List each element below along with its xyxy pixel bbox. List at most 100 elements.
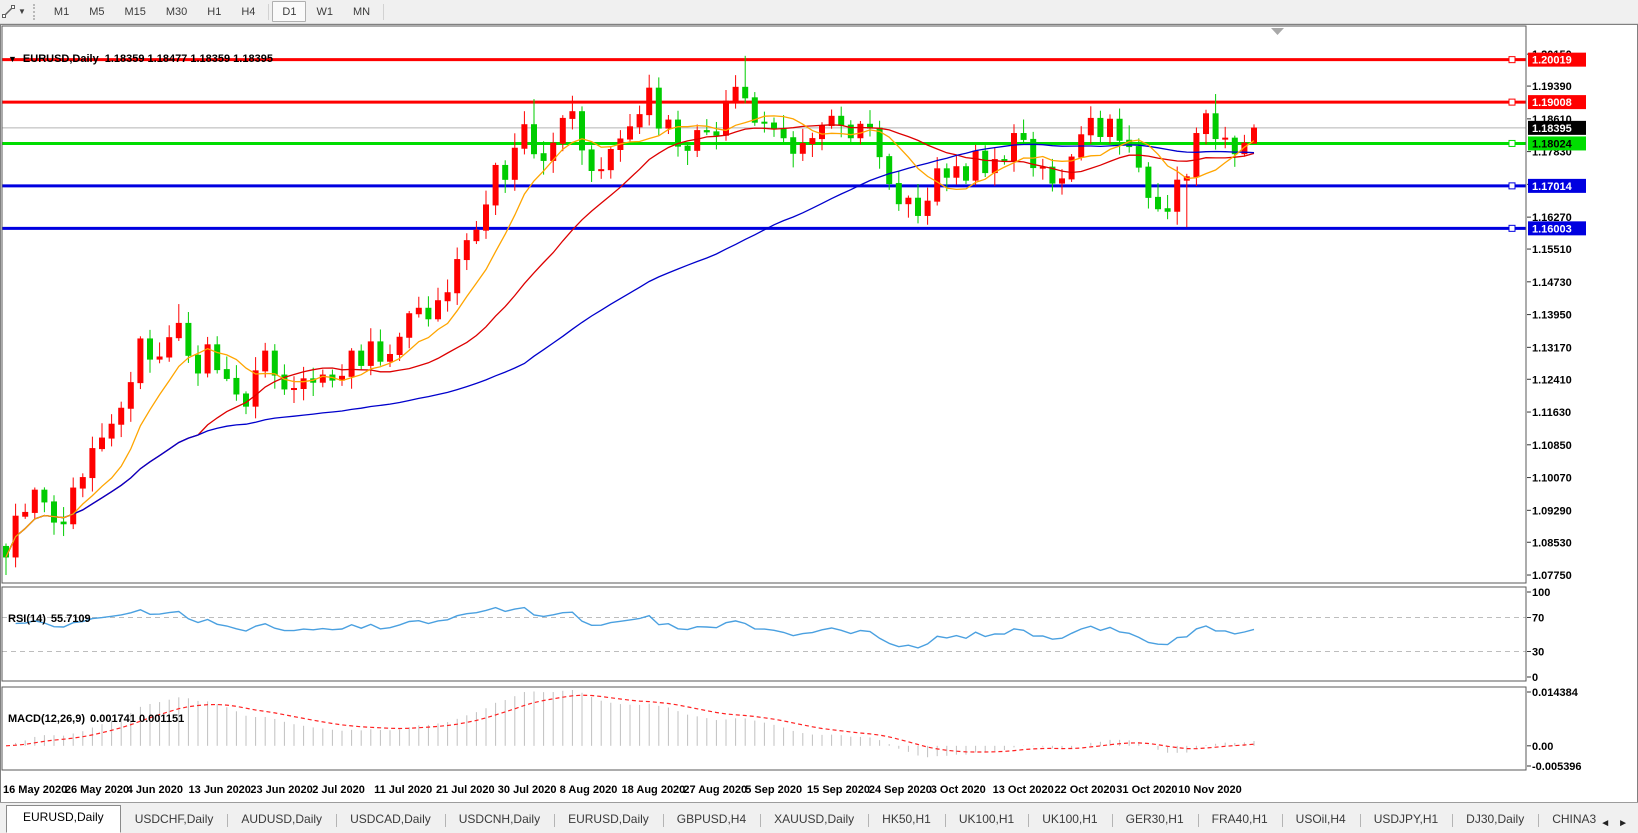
- timeframe-buttons: M1M5M15M30H1H4 D1W1MN: [44, 1, 380, 22]
- timeframe-button-mn[interactable]: MN: [343, 1, 380, 22]
- price-axis-tick: 1.15510: [1532, 244, 1572, 256]
- price-axis-tick: 1.14730: [1532, 277, 1572, 289]
- panel-border: [2, 587, 1526, 681]
- rsi-axis-tick: 100: [1532, 587, 1550, 599]
- chart-tab-uk100-h1[interactable]: UK100,H1: [1028, 807, 1111, 833]
- x-axis-date-label: 26 May 2020: [65, 784, 129, 796]
- chart-tab-fra40-h1[interactable]: FRA40,H1: [1198, 807, 1282, 833]
- price-axis-tick: 1.08530: [1532, 537, 1572, 549]
- price-axis-tick: 1.13170: [1532, 342, 1572, 354]
- chart-tab-uk100-h1[interactable]: UK100,H1: [945, 807, 1028, 833]
- x-axis-date-label: 13 Jun 2020: [189, 784, 251, 796]
- x-axis-date-label: 13 Oct 2020: [993, 784, 1054, 796]
- x-axis-date-label: 31 Oct 2020: [1116, 784, 1177, 796]
- x-axis-date-label: 5 Sep 2020: [745, 784, 802, 796]
- panel-border: [2, 26, 1526, 583]
- chart-tab-usoil-h4[interactable]: USOil,H4: [1282, 807, 1360, 833]
- dropdown-caret-icon[interactable]: ▼: [18, 7, 26, 16]
- timeframe-button-w1[interactable]: W1: [306, 1, 343, 22]
- chart-tab-ger30-h1[interactable]: GER30,H1: [1112, 807, 1198, 833]
- line-anchor-handle[interactable]: [1509, 57, 1515, 63]
- line-anchor-handle[interactable]: [1509, 99, 1515, 105]
- macd-values: 0.001741 0.001151: [90, 713, 184, 725]
- toolbar-separator: [268, 4, 269, 20]
- price-axis-tick: 1.19390: [1532, 81, 1572, 93]
- price-axis-tick: 1.11630: [1532, 407, 1571, 419]
- x-axis-date-label: 11 Jul 2020: [374, 784, 432, 796]
- line-anchor-handle[interactable]: [1509, 140, 1515, 146]
- price-axis-tick: 1.10070: [1532, 473, 1572, 485]
- chart-canvas[interactable]: 1.201501.193901.186101.178301.170501.162…: [0, 24, 1638, 803]
- x-axis-date-label: 27 Aug 2020: [683, 784, 747, 796]
- timeframe-button-m1[interactable]: M1: [44, 1, 79, 22]
- timeframe-button-m15[interactable]: M15: [114, 1, 155, 22]
- toolbar-grip: [33, 4, 40, 20]
- macd-panel: [6, 690, 1254, 757]
- main-price-panel: [2, 56, 1526, 575]
- macd-indicator-label: MACD(12,26,9) 0.001741 0.001151: [8, 713, 189, 725]
- chart-tab-hk50-h1[interactable]: HK50,H1: [868, 807, 945, 833]
- price-label-text: 1.19008: [1532, 97, 1572, 109]
- line-anchor-handle[interactable]: [1509, 183, 1515, 189]
- x-axis-date-label: 24 Sep 2020: [869, 784, 932, 796]
- rsi-value: 55.7109: [51, 613, 91, 625]
- x-axis-date-label: 2 Jul 2020: [312, 784, 365, 796]
- chart-tab-usdcad-daily[interactable]: USDCAD,Daily: [336, 807, 445, 833]
- price-axis-tick: 1.12410: [1532, 374, 1572, 386]
- timeframe-button-m30[interactable]: M30: [156, 1, 197, 22]
- chart-tab-bar: EURUSD,DailyUSDCHF,DailyAUDUSD,DailyUSDC…: [0, 802, 1638, 833]
- tab-scroll-right-icon[interactable]: ►: [1618, 818, 1628, 829]
- x-axis-date-label: 8 Aug 2020: [560, 784, 618, 796]
- chart-window[interactable]: 1.201501.193901.186101.178301.170501.162…: [0, 24, 1638, 803]
- chart-tab-dj30-daily[interactable]: DJ30,Daily: [1452, 807, 1538, 833]
- rsi-axis-tick: 30: [1532, 647, 1544, 659]
- macd-axis-tick: -0.005396: [1532, 761, 1582, 773]
- timeframe-button-h4[interactable]: H4: [231, 1, 265, 22]
- price-label-text: 1.18395: [1532, 123, 1572, 135]
- macd-axis-tick: 0.014384: [1532, 687, 1579, 699]
- collapse-triangle-icon[interactable]: ▼: [8, 54, 17, 64]
- x-axis-date-label: 15 Sep 2020: [807, 784, 870, 796]
- drawing-tool-icon[interactable]: [1, 4, 17, 20]
- mt4-terminal: ▼ M1M5M15M30H1H4D1W1MN 1.201501.193901.1…: [0, 0, 1638, 833]
- chart-tab-audusd-daily[interactable]: AUDUSD,Daily: [227, 807, 336, 833]
- chart-tab-eurusd-daily[interactable]: EURUSD,Daily: [6, 805, 121, 833]
- chart-title: ▼ EURUSD,Daily 1.18359 1.18477 1.18359 1…: [8, 53, 273, 65]
- chart-tab-usdcnh-daily[interactable]: USDCNH,Daily: [445, 807, 554, 833]
- line-anchor-handle[interactable]: [1509, 225, 1515, 231]
- tab-scroll-nav: ◄ ►: [1596, 818, 1638, 833]
- chart-tab-eurusd-daily[interactable]: EURUSD,Daily: [554, 807, 663, 833]
- chart-ohlc-values: 1.18359 1.18477 1.18359 1.18395: [105, 53, 273, 65]
- tab-scroll-left-icon[interactable]: ◄: [1600, 818, 1610, 829]
- price-label-text: 1.16003: [1532, 223, 1572, 235]
- timeframe-button-d1[interactable]: D1: [272, 1, 306, 22]
- chart-tab-xauusd-daily[interactable]: XAUUSD,Daily: [760, 807, 868, 833]
- price-label-text: 1.18024: [1532, 138, 1573, 150]
- rsi-axis-tick: 70: [1532, 613, 1544, 625]
- x-axis-date-label: 16 May 2020: [3, 784, 67, 796]
- price-axis-tick: 1.10850: [1532, 440, 1572, 452]
- timeframe-button-h1[interactable]: H1: [197, 1, 231, 22]
- macd-axis-tick: 0.00: [1532, 741, 1553, 753]
- macd-name: MACD(12,26,9): [8, 713, 85, 725]
- chart-tab-list: EURUSD,DailyUSDCHF,DailyAUDUSD,DailyUSDC…: [0, 803, 1596, 833]
- price-axis-tick: 1.09290: [1532, 505, 1572, 517]
- moving-average-line: [6, 116, 1254, 557]
- moving-average-line: [6, 125, 1254, 557]
- chart-tab-gbpusd-h4[interactable]: GBPUSD,H4: [663, 807, 760, 833]
- x-axis-date-label: 10 Nov 2020: [1178, 784, 1242, 796]
- rsi-indicator-label: RSI(14)55.7109: [8, 613, 96, 625]
- timeframe-button-m5[interactable]: M5: [79, 1, 114, 22]
- timeframe-toolbar: ▼ M1M5M15M30H1H4 D1W1MN: [0, 0, 1638, 24]
- rsi-panel: [2, 608, 1526, 652]
- chart-tab-china300-h1[interactable]: CHINA300,H1: [1538, 807, 1596, 833]
- rsi-axis-tick: 0: [1532, 672, 1538, 684]
- x-axis-date-label: 22 Oct 2020: [1054, 784, 1115, 796]
- x-axis-date-label: 21 Jul 2020: [436, 784, 495, 796]
- price-label-text: 1.17014: [1532, 181, 1573, 193]
- x-axis-date-label: 4 Jun 2020: [127, 784, 183, 796]
- price-shift-marker-icon[interactable]: [1271, 28, 1284, 35]
- chart-tab-usdjpy-h1[interactable]: USDJPY,H1: [1360, 807, 1452, 833]
- rsi-line: [16, 608, 1254, 648]
- chart-tab-usdchf-daily[interactable]: USDCHF,Daily: [121, 807, 228, 833]
